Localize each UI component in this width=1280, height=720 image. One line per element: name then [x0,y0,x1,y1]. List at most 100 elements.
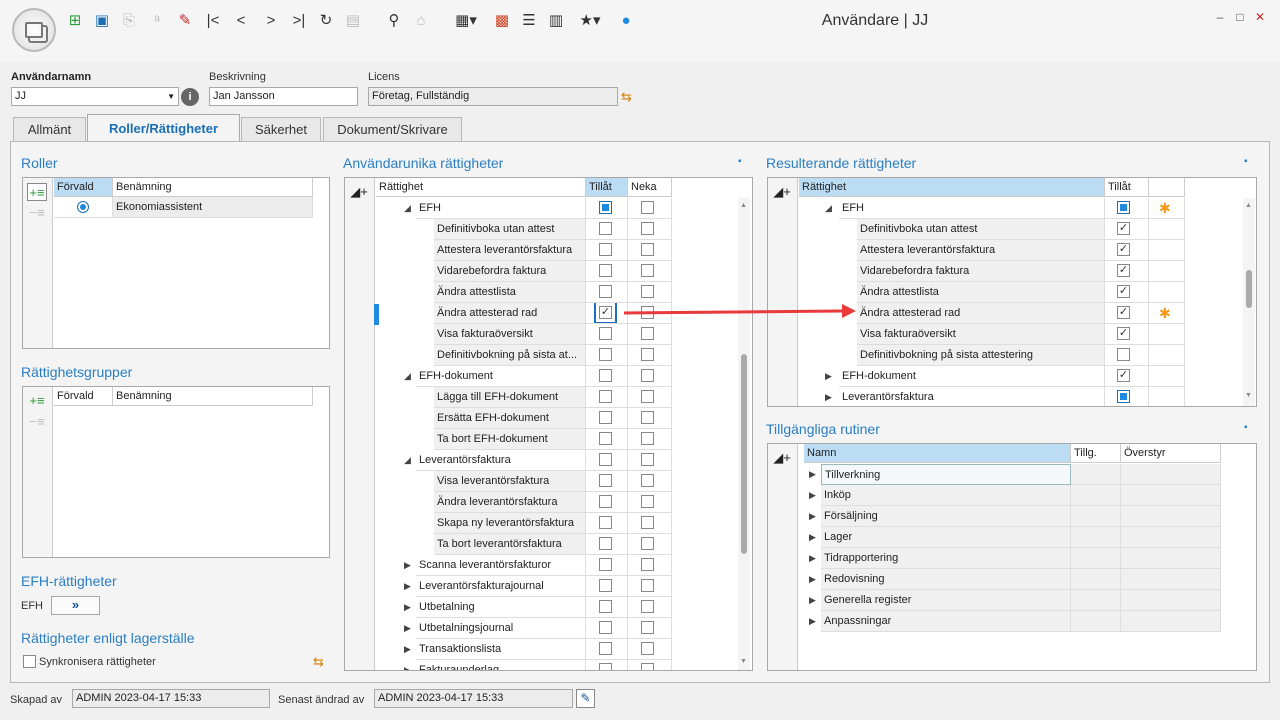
allow-cell[interactable] [586,324,628,345]
swap-arrows-icon[interactable]: ⇆ [313,654,324,670]
routine-override-cell[interactable] [1121,464,1221,485]
result-rights-scrollbar[interactable]: ▲ ▼ [1243,198,1255,406]
table-row[interactable]: ◢ EFH-dokument [376,366,672,387]
expand-triangle-icon[interactable]: ▶ [809,464,816,484]
search-icon[interactable]: ⚲ [385,12,403,30]
expand-triangle-icon[interactable]: ▶ [809,611,816,631]
collapse-triangle-icon[interactable]: ◢ [404,198,411,218]
allow-checkbox[interactable] [599,390,612,403]
allow-cell[interactable] [586,597,628,618]
table-row[interactable]: Skapa ny leverantörsfaktura [376,513,672,534]
deny-cell[interactable] [628,240,672,261]
grid-color-icon[interactable]: ▩ [493,12,511,30]
routine-available-cell[interactable] [1071,590,1121,611]
allow-checkbox[interactable] [599,516,612,529]
deny-cell[interactable] [628,471,672,492]
scroll-thumb[interactable] [741,354,747,554]
deny-checkbox[interactable] [641,327,654,340]
deny-checkbox[interactable] [641,390,654,403]
last-record-icon[interactable]: >| [290,12,308,30]
minimize-icon[interactable]: – [1213,10,1227,24]
favorites-star-icon[interactable]: ★▾ [577,12,603,30]
table-row[interactable]: ▶ Leverantörsfakturajournal [376,576,672,597]
deny-cell[interactable] [628,513,672,534]
allow-checkbox[interactable] [599,243,612,256]
expand-triangle-icon[interactable]: ▶ [809,569,816,589]
table-row[interactable]: Definitivbokning på sista at... [376,345,672,366]
deny-cell[interactable] [628,324,672,345]
deny-cell[interactable] [628,387,672,408]
deny-cell[interactable] [628,555,672,576]
deny-cell[interactable] [628,576,672,597]
scroll-down-icon[interactable]: ▼ [1245,392,1252,399]
collapse-triangle-icon[interactable]: ◢ [825,198,832,218]
expand-triangle-icon[interactable]: ▶ [809,485,816,505]
spellcheck-icon[interactable]: ᵃ [148,12,166,30]
routine-available-cell[interactable] [1071,485,1121,506]
table-row[interactable]: ▶ EFH-dokument ✓ [799,366,1185,387]
deny-cell[interactable] [628,597,672,618]
allow-cell[interactable] [586,198,628,219]
allow-checkbox[interactable] [599,327,612,340]
routine-available-cell[interactable] [1071,506,1121,527]
expand-triangle-icon[interactable]: ▶ [825,366,832,386]
expand-triangle-icon[interactable]: ▶ [404,597,411,617]
groups-col-default[interactable]: Förvald [54,387,113,406]
collapse-triangle-icon[interactable]: ◢ [404,450,411,470]
app-logo-icon[interactable] [12,8,56,52]
help-icon[interactable]: ● [617,12,635,30]
routine-override-cell[interactable] [1121,569,1221,590]
deny-cell[interactable] [628,450,672,471]
allow-cell[interactable] [586,366,628,387]
allow-cell[interactable] [586,618,628,639]
deny-checkbox[interactable] [641,495,654,508]
maximize-icon[interactable]: □ [1233,10,1247,24]
table-row[interactable]: ▶ Anpassningar [799,611,1221,632]
allow-checkbox[interactable] [599,348,612,361]
result-rights-col-extra[interactable] [1149,178,1185,197]
allow-checkbox[interactable] [599,558,612,571]
allow-cell[interactable] [586,261,628,282]
table-row[interactable]: ▶ Leverantörsfaktura [799,387,1185,406]
book-icon[interactable]: ▥ [547,12,565,30]
refresh-icon[interactable]: ↻ [317,12,335,30]
result-rights-col-right[interactable]: Rättighet [799,178,1105,197]
allow-cell[interactable] [586,345,628,366]
table-row[interactable]: ▶ Försäljning [799,506,1221,527]
expand-triangle-icon[interactable]: ▶ [809,506,816,526]
allow-cell[interactable] [586,429,628,450]
copy-icon[interactable]: ⎘ [120,12,138,30]
next-record-icon[interactable]: > [262,12,280,30]
add-right-icon[interactable]: ◢+ [772,183,792,201]
deny-checkbox[interactable] [641,243,654,256]
table-row[interactable]: ▶ Redovisning [799,569,1221,590]
allow-cell[interactable] [586,513,628,534]
default-radio[interactable] [77,201,89,213]
close-icon[interactable]: ✕ [1253,10,1267,24]
routine-override-cell[interactable] [1121,506,1221,527]
delete-icon[interactable]: ✎ [176,12,194,30]
table-row[interactable]: ▶ Scanna leverantörsfakturor [376,555,672,576]
expand-triangle-icon[interactable]: ▶ [404,555,411,575]
routine-override-cell[interactable] [1121,485,1221,506]
routine-available-cell[interactable] [1071,548,1121,569]
info-icon[interactable]: i [181,88,199,106]
allow-checkbox[interactable] [599,201,612,214]
allow-cell[interactable] [586,492,628,513]
deny-checkbox[interactable] [641,348,654,361]
scroll-up-icon[interactable]: ▲ [740,202,747,209]
expand-triangle-icon[interactable]: ▶ [404,639,411,659]
deny-cell[interactable] [628,639,672,660]
table-row[interactable]: ◢ EFH [376,198,672,219]
tab-general[interactable]: Allmänt [13,117,86,141]
table-row[interactable]: Vidarebefordra faktura [376,261,672,282]
groups-col-name[interactable]: Benämning [113,387,313,406]
table-row[interactable]: ▶ Tillverkning [799,464,1221,485]
allow-cell[interactable] [586,408,628,429]
add-row-icon[interactable]: +≡ [27,183,47,201]
deny-checkbox[interactable] [641,663,654,670]
table-row[interactable]: Definitivboka utan attest ✓ [799,219,1185,240]
allow-checkbox[interactable]: ✓ [599,306,612,319]
add-row-icon[interactable]: +≡ [27,392,47,410]
allow-cell[interactable] [586,639,628,660]
